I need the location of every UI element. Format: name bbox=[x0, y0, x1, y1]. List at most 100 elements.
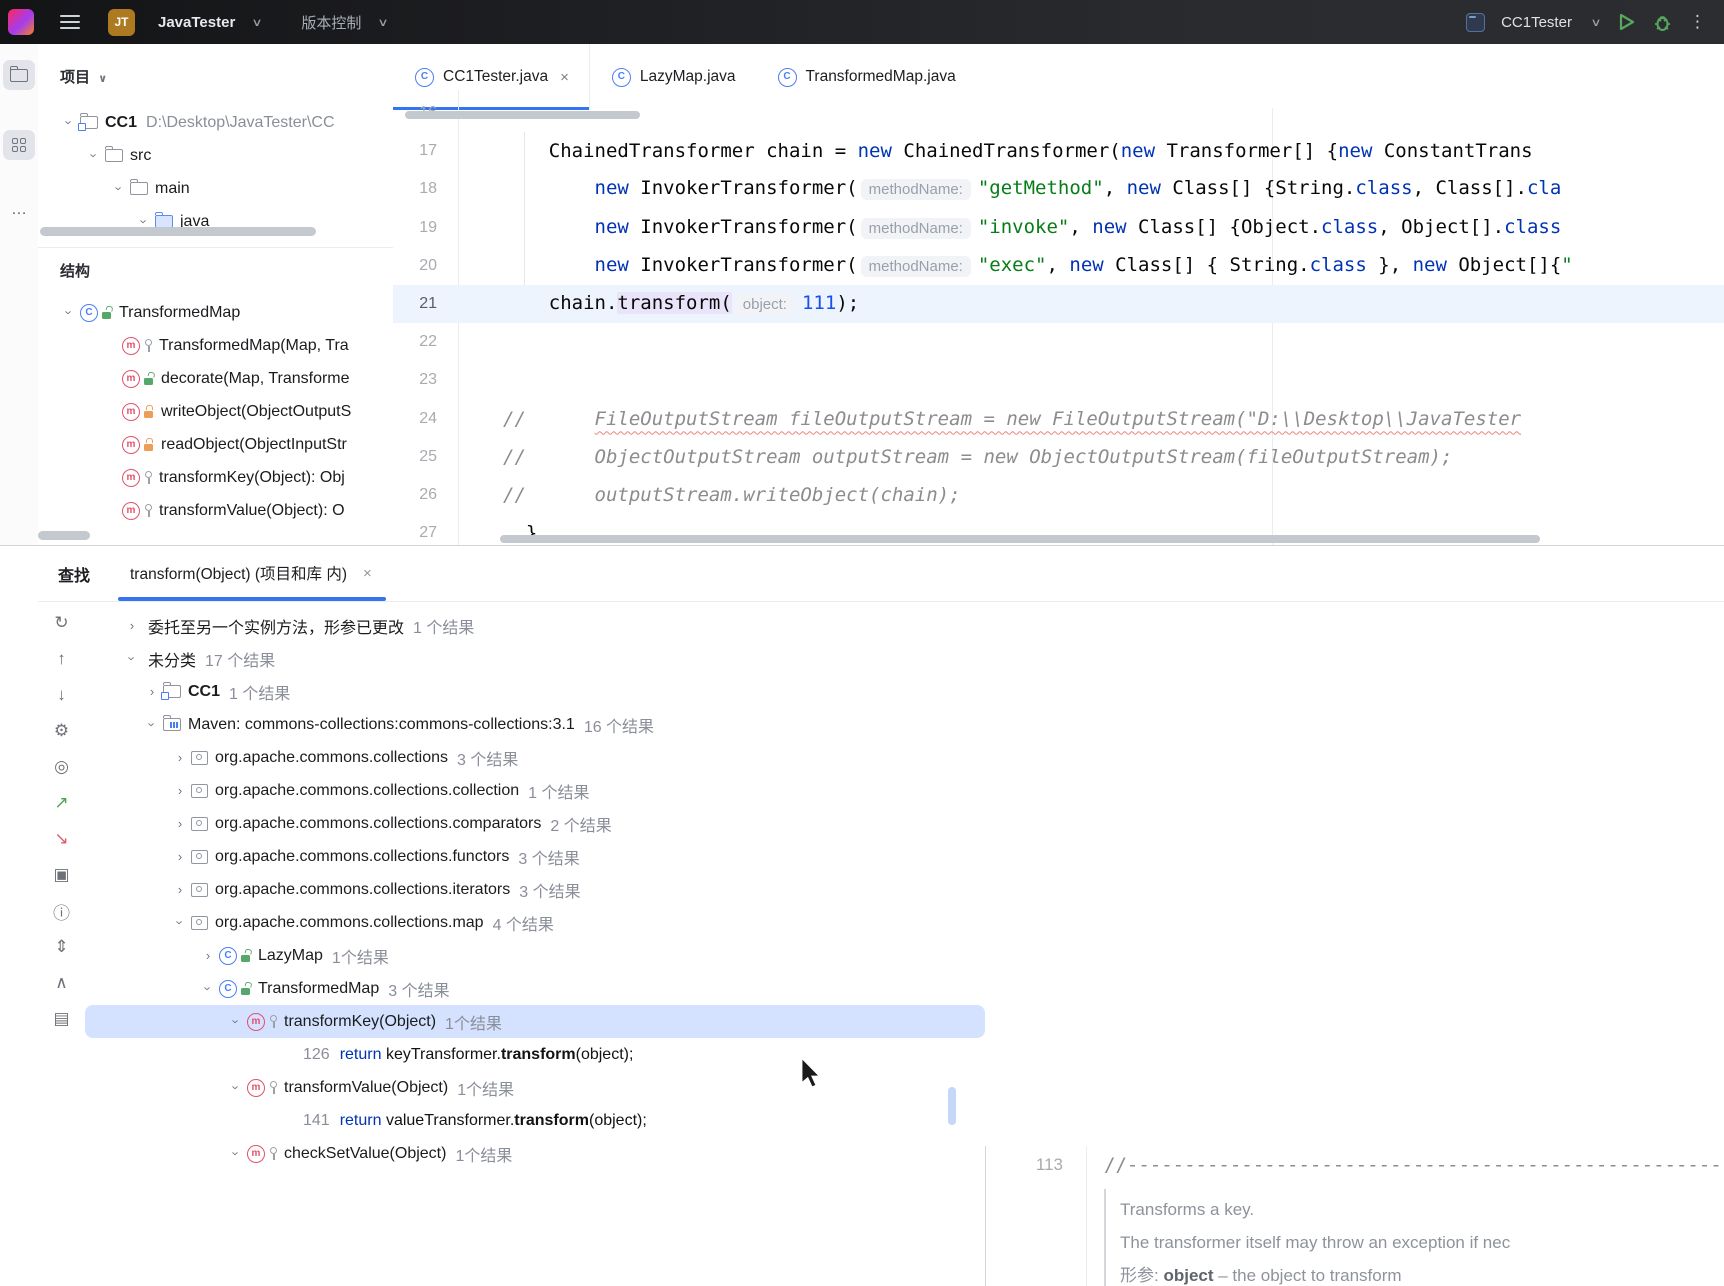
result-row[interactable]: ›checkSetValue(Object)1个结果 bbox=[85, 1137, 985, 1170]
result-row[interactable]: ›未分类17 个结果 bbox=[85, 642, 985, 675]
more-actions-icon[interactable]: ⋮ bbox=[1689, 12, 1706, 32]
result-row[interactable]: ›transformKey(Object)1个结果 bbox=[85, 1005, 985, 1038]
result-row[interactable]: ›CC11 个结果 bbox=[85, 675, 985, 708]
result-row[interactable]: ›org.apache.commons.collections.comparat… bbox=[85, 807, 985, 840]
chevron-expanded-icon[interactable]: › bbox=[229, 1145, 244, 1163]
class-icon bbox=[612, 68, 631, 87]
result-row[interactable]: ›LazyMap1个结果 bbox=[85, 939, 985, 972]
structure-row[interactable]: readObject(ObjectInputStr bbox=[38, 428, 393, 461]
code-line[interactable]: 21 chain.transform(object:111); bbox=[393, 285, 1724, 323]
code-line[interactable]: 18 new InvokerTransformer(methodName:"ge… bbox=[393, 170, 1724, 208]
chevron-expanded-icon[interactable]: › bbox=[62, 114, 77, 132]
code-line[interactable]: 20 new InvokerTransformer(methodName:"ex… bbox=[393, 247, 1724, 285]
line-number: 21 bbox=[393, 295, 458, 313]
info-icon[interactable]: ⓘ bbox=[38, 896, 85, 926]
code-token: FileOutputStream fileOutputStream = new … bbox=[595, 408, 1522, 430]
more-tool-windows-icon[interactable]: … bbox=[3, 195, 35, 225]
run-config-selector[interactable]: CC1Tester bbox=[1501, 14, 1572, 31]
editor-code[interactable]: 1617 ChainedTransformer chain = new Chai… bbox=[393, 94, 1724, 545]
chevron-expanded-icon[interactable]: › bbox=[62, 304, 77, 322]
chevron-collapsed-icon[interactable]: › bbox=[171, 816, 189, 831]
preview-panel-icon[interactable]: ▤ bbox=[38, 1004, 85, 1034]
structure-row[interactable]: TransformedMap(Map, Tra bbox=[38, 329, 393, 362]
code-line[interactable]: 113//-----------------------------------… bbox=[986, 1146, 1724, 1184]
result-code-row[interactable]: 141return valueTransformer.transform(obj… bbox=[85, 1104, 985, 1137]
chevron-expanded-icon[interactable]: › bbox=[125, 650, 140, 668]
result-row[interactable]: ›TransformedMap3 个结果 bbox=[85, 972, 985, 1005]
structure-row[interactable]: decorate(Map, Transforme bbox=[38, 362, 393, 395]
project-selector[interactable]: JavaTester bbox=[158, 14, 235, 31]
chevron-collapsed-icon[interactable]: › bbox=[123, 618, 141, 633]
structure-hscrollbar[interactable] bbox=[38, 531, 90, 540]
expand-all-icon[interactable]: ⇕ bbox=[38, 932, 85, 962]
chevron-collapsed-icon[interactable]: › bbox=[171, 882, 189, 897]
tree-row-cc1[interactable]: ›CC1D:\Desktop\JavaTester\CC bbox=[38, 106, 393, 139]
editor-top-hscrollbar[interactable] bbox=[405, 111, 640, 119]
code-line[interactable]: 22 bbox=[393, 323, 1724, 361]
structure-row[interactable]: writeObject(ObjectOutputS bbox=[38, 395, 393, 428]
project-tool-icon[interactable] bbox=[3, 60, 35, 90]
code-line[interactable]: 19 new InvokerTransformer(methodName:"in… bbox=[393, 209, 1724, 247]
project-avatar[interactable]: JT bbox=[108, 9, 135, 36]
result-row[interactable]: ›org.apache.commons.collections3 个结果 bbox=[85, 741, 985, 774]
preview-icon[interactable]: ◎ bbox=[38, 752, 85, 782]
close-icon[interactable]: × bbox=[560, 69, 569, 86]
chevron-expanded-icon[interactable]: › bbox=[201, 980, 216, 998]
open-in-find-window-icon[interactable]: ▣ bbox=[38, 860, 85, 890]
result-row[interactable]: ›Maven: commons-collections:commons-coll… bbox=[85, 708, 985, 741]
chevron-expanded-icon[interactable]: › bbox=[229, 1079, 244, 1097]
tree-row-main[interactable]: ›main bbox=[38, 172, 393, 205]
result-code: 141return valueTransformer.transform(obj… bbox=[303, 1112, 647, 1130]
code-token: new bbox=[595, 216, 629, 238]
code-line[interactable]: 24// FileOutputStream fileOutputStream =… bbox=[393, 400, 1724, 438]
code-line[interactable]: 26// outputStream.writeObject(chain); bbox=[393, 476, 1724, 514]
chevron-expanded-icon[interactable]: › bbox=[229, 1013, 244, 1031]
code-line[interactable]: 23 bbox=[393, 361, 1724, 399]
code-content: ChainedTransformer chain = new ChainedTr… bbox=[458, 132, 1724, 170]
tree-row-src[interactable]: ›src bbox=[38, 139, 393, 172]
editor-bottom-hscrollbar[interactable] bbox=[500, 535, 1540, 543]
structure-row[interactable]: transformKey(Object): Obj bbox=[38, 461, 393, 494]
chevron-collapsed-icon[interactable]: › bbox=[199, 948, 217, 963]
open-in-editor-icon[interactable]: ↗ bbox=[38, 788, 85, 818]
code-line[interactable]: 17 ChainedTransformer chain = new Chaine… bbox=[393, 132, 1724, 170]
project-hscrollbar[interactable] bbox=[40, 227, 316, 236]
result-row[interactable]: ›org.apache.commons.collections.collecti… bbox=[85, 774, 985, 807]
chevron-down-icon[interactable]: ∨ bbox=[98, 73, 107, 85]
structure-tool-icon[interactable] bbox=[3, 130, 35, 160]
run-button[interactable] bbox=[1616, 12, 1636, 32]
settings-icon[interactable]: ⚙ bbox=[38, 716, 85, 746]
previous-occurrence-icon[interactable]: ↑ bbox=[38, 644, 85, 674]
chevron-collapsed-icon[interactable]: › bbox=[143, 684, 161, 699]
collapse-all-icon[interactable]: ∧ bbox=[38, 968, 85, 998]
vcs-menu[interactable]: 版本控制 bbox=[301, 12, 361, 33]
close-icon[interactable]: × bbox=[363, 565, 372, 582]
chevron-expanded-icon[interactable]: › bbox=[145, 716, 160, 734]
rerun-icon[interactable]: ↻ bbox=[38, 608, 85, 638]
line-number: 25 bbox=[393, 448, 458, 466]
result-row[interactable]: ›org.apache.commons.collections.map4 个结果 bbox=[85, 906, 985, 939]
find-result-tab[interactable]: transform(Object) (项目和库 内) × bbox=[130, 562, 372, 584]
next-occurrence-icon[interactable]: ↓ bbox=[38, 680, 85, 710]
debug-button[interactable] bbox=[1652, 12, 1673, 33]
result-code-row[interactable]: 126return keyTransformer.transform(objec… bbox=[85, 1038, 985, 1071]
code-token: methodName: bbox=[861, 218, 971, 239]
open-in-new-tab-icon[interactable]: ↘ bbox=[38, 824, 85, 854]
result-count: 17 个结果 bbox=[205, 647, 275, 671]
structure-row[interactable]: transformValue(Object): O bbox=[38, 494, 393, 527]
chevron-expanded-icon[interactable]: › bbox=[173, 914, 188, 932]
results-vscrollbar[interactable] bbox=[948, 1087, 956, 1125]
result-row[interactable]: ›org.apache.commons.collections.functors… bbox=[85, 840, 985, 873]
preview-code[interactable]: 113//-----------------------------------… bbox=[986, 1146, 1724, 1286]
chevron-collapsed-icon[interactable]: › bbox=[171, 783, 189, 798]
code-line[interactable]: 25// ObjectOutputStream outputStream = n… bbox=[393, 438, 1724, 476]
result-row[interactable]: ›委托至另一个实例方法，形参已更改1 个结果 bbox=[85, 609, 985, 642]
chevron-collapsed-icon[interactable]: › bbox=[171, 750, 189, 765]
chevron-expanded-icon[interactable]: › bbox=[87, 147, 102, 165]
chevron-expanded-icon[interactable]: › bbox=[112, 180, 127, 198]
result-row[interactable]: ›transformValue(Object)1个结果 bbox=[85, 1071, 985, 1104]
result-row[interactable]: ›org.apache.commons.collections.iterator… bbox=[85, 873, 985, 906]
structure-row[interactable]: ›TransformedMap bbox=[38, 296, 393, 329]
chevron-collapsed-icon[interactable]: › bbox=[171, 849, 189, 864]
main-menu-icon[interactable] bbox=[60, 15, 80, 29]
